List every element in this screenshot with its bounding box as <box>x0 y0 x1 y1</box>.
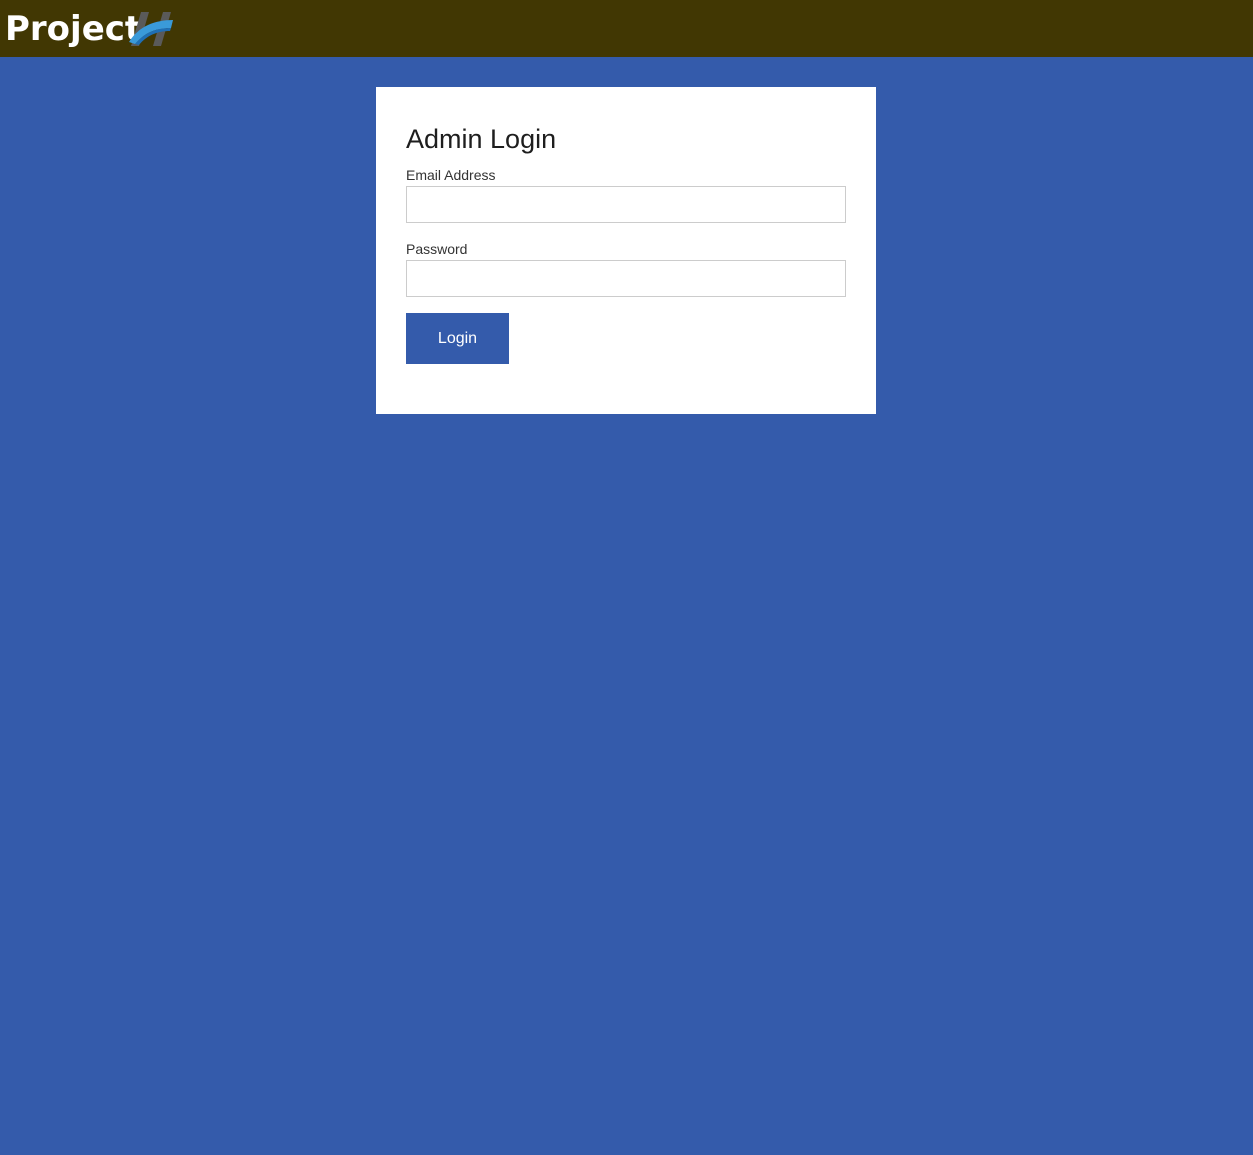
email-field[interactable] <box>406 186 846 223</box>
password-field[interactable] <box>406 260 846 297</box>
login-button[interactable]: Login <box>406 313 509 364</box>
top-header-bar: Project <box>0 0 1253 57</box>
login-card: Admin Login Email Address Password Login <box>376 87 876 414</box>
logo-text: Project <box>5 9 142 49</box>
project-logo[interactable]: Project <box>5 8 173 50</box>
logo-h-mark-icon <box>129 12 173 46</box>
page-title: Admin Login <box>406 124 557 154</box>
email-label: Email Address <box>406 167 496 183</box>
password-label: Password <box>406 241 468 257</box>
